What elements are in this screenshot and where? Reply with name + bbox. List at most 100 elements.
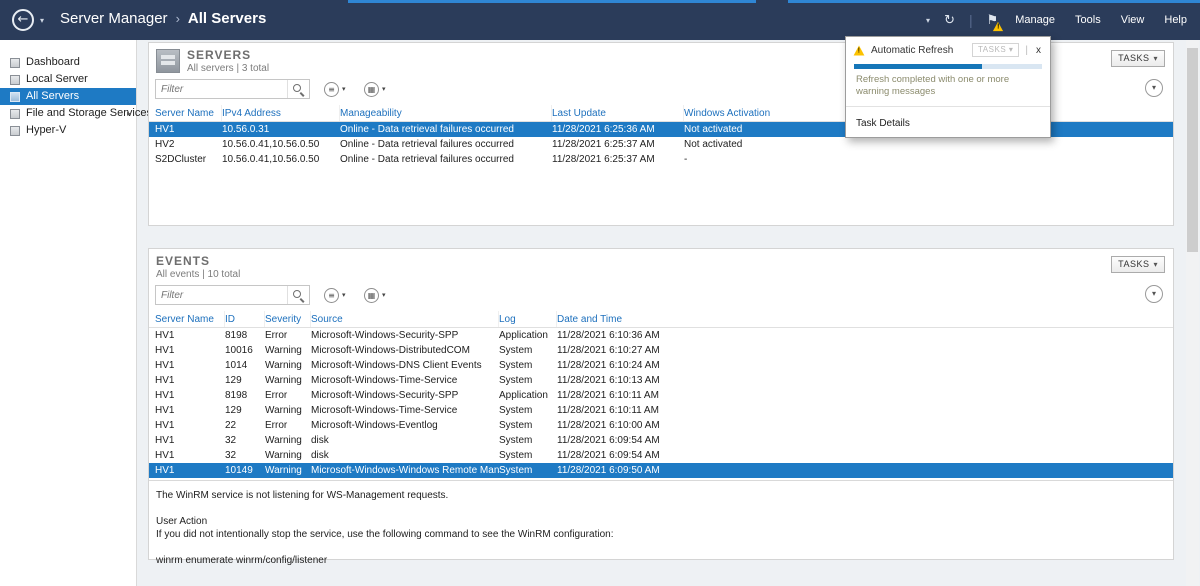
- chevron-down-icon: ▾: [382, 85, 386, 93]
- table-cell-last_update: 11/28/2021 6:25:36 AM: [552, 122, 684, 137]
- menu-help[interactable]: Help: [1161, 12, 1190, 28]
- close-icon[interactable]: x: [1034, 45, 1043, 56]
- magnifier-glyph: [293, 84, 301, 92]
- servers-collapse-button[interactable]: ▾: [1145, 79, 1163, 97]
- table-cell-source: Microsoft-Windows-Eventlog: [311, 418, 499, 433]
- table-cell-source: Microsoft-Windows-DNS Client Events: [311, 358, 499, 373]
- sidebar-item-all-servers[interactable]: All Servers: [0, 88, 136, 105]
- event-detail-instruction: If you did not intentionally stop the se…: [156, 528, 1166, 541]
- local-server-icon: [10, 75, 20, 85]
- grouping-options-button[interactable]: ▦ ▾: [361, 285, 389, 305]
- events-toolbar: ≡ ▾ ▦ ▾ ▾: [149, 283, 1173, 309]
- warning-badge-icon: [993, 21, 1003, 30]
- table-row[interactable]: HV122ErrorMicrosoft-Windows-EventlogSyst…: [149, 418, 1173, 433]
- table-cell-datetime: 11/28/2021 6:10:00 AM: [557, 418, 1173, 433]
- table-row[interactable]: HV132WarningdiskSystem11/28/2021 6:09:54…: [149, 448, 1173, 463]
- topbar-actions: ▾ ↻ | ⚑ Manage Tools View Help: [926, 0, 1190, 40]
- table-cell-severity: Warning: [265, 433, 311, 448]
- column-header-severity[interactable]: Severity: [265, 311, 311, 327]
- vertical-scrollbar[interactable]: [1186, 40, 1199, 586]
- servers-tasks-button[interactable]: TASKS▾: [1111, 50, 1165, 67]
- column-header-server-name[interactable]: Server Name: [155, 105, 222, 121]
- sidebar-item-local-server[interactable]: Local Server: [0, 71, 136, 88]
- scrollbar-thumb[interactable]: [1187, 48, 1198, 252]
- table-cell-log: System: [499, 463, 557, 478]
- table-cell-server_name: HV1: [155, 433, 225, 448]
- event-detail-command: winrm enumerate winrm/config/listener: [156, 554, 1166, 567]
- table-cell-datetime: 11/28/2021 6:10:13 AM: [557, 373, 1173, 388]
- servers-panel-title: SERVERS: [187, 48, 251, 62]
- back-button[interactable]: ←: [12, 9, 34, 31]
- notifications-chevron-icon[interactable]: ▾: [926, 16, 930, 25]
- sidebar-item-dashboard[interactable]: Dashboard: [0, 54, 136, 71]
- notification-flag-icon[interactable]: ⚑: [987, 13, 999, 28]
- events-collapse-button[interactable]: ▾: [1145, 285, 1163, 303]
- search-icon[interactable]: [287, 80, 309, 98]
- table-cell-ipv4: 10.56.0.41,10.56.0.50: [222, 152, 340, 167]
- breadcrumb-current: All Servers: [188, 10, 266, 27]
- events-panel-title: EVENTS: [156, 254, 210, 268]
- table-row[interactable]: S2DCluster10.56.0.41,10.56.0.50Online - …: [149, 152, 1173, 167]
- table-cell-server_name: HV1: [155, 122, 222, 137]
- table-cell-server_name: HV1: [155, 328, 225, 343]
- search-icon[interactable]: [287, 286, 309, 304]
- table-cell-id: 10149: [225, 463, 265, 478]
- column-header-id[interactable]: ID: [225, 311, 265, 327]
- table-cell-server_name: HV1: [155, 373, 225, 388]
- chevron-down-icon: ▾: [1153, 260, 1158, 269]
- breadcrumb-root[interactable]: Server Manager: [60, 10, 168, 27]
- topbar-divider: |: [969, 12, 973, 28]
- table-row[interactable]: HV110016WarningMicrosoft-Windows-Distrib…: [149, 343, 1173, 358]
- table-cell-id: 1014: [225, 358, 265, 373]
- table-cell-last_update: 11/28/2021 6:25:37 AM: [552, 152, 684, 167]
- tasks-label: TASKS: [1118, 259, 1149, 269]
- column-header-last-update[interactable]: Last Update: [552, 105, 684, 121]
- table-cell-manageability: Online - Data retrieval failures occurre…: [340, 122, 552, 137]
- column-header-ipv4[interactable]: IPv4 Address: [222, 105, 340, 121]
- saved-filters-button[interactable]: ≡ ▾: [321, 79, 349, 99]
- events-tasks-button[interactable]: TASKS ▾: [1111, 256, 1165, 273]
- saved-filters-button[interactable]: ≡ ▾: [321, 285, 349, 305]
- menu-tools[interactable]: Tools: [1072, 12, 1104, 28]
- table-cell-datetime: 11/28/2021 6:10:27 AM: [557, 343, 1173, 358]
- table-row[interactable]: HV110149WarningMicrosoft-Windows-Windows…: [149, 463, 1173, 478]
- sidebar-item-file-storage-services[interactable]: File and Storage Services ▸: [0, 105, 136, 122]
- table-cell-id: 10016: [225, 343, 265, 358]
- sidebar-item-hyper-v[interactable]: Hyper-V: [0, 122, 136, 139]
- table-cell-server_name: HV1: [155, 343, 225, 358]
- list-icon: ≡: [324, 82, 339, 97]
- expand-chevron-icon[interactable]: ▸: [127, 105, 131, 122]
- table-row[interactable]: HV132WarningdiskSystem11/28/2021 6:09:54…: [149, 433, 1173, 448]
- table-row[interactable]: HV18198ErrorMicrosoft-Windows-Security-S…: [149, 388, 1173, 403]
- table-cell-server_name: HV1: [155, 403, 225, 418]
- table-row[interactable]: HV18198ErrorMicrosoft-Windows-Security-S…: [149, 328, 1173, 343]
- nav-history-chevron-icon[interactable]: ▾: [40, 16, 44, 25]
- table-row[interactable]: HV1129WarningMicrosoft-Windows-Time-Serv…: [149, 403, 1173, 418]
- table-cell-source: Microsoft-Windows-Time-Service: [311, 373, 499, 388]
- table-cell-severity: Warning: [265, 358, 311, 373]
- table-row[interactable]: HV11014WarningMicrosoft-Windows-DNS Clie…: [149, 358, 1173, 373]
- table-cell-server_name: S2DCluster: [155, 152, 222, 167]
- servers-filter-input[interactable]: [156, 80, 287, 98]
- notification-footer: Task Details: [846, 106, 1050, 137]
- table-row[interactable]: HV210.56.0.41,10.56.0.50Online - Data re…: [149, 137, 1173, 152]
- column-header-date-time[interactable]: Date and Time: [557, 311, 1173, 327]
- column-header-log[interactable]: Log: [499, 311, 557, 327]
- table-row[interactable]: HV1129WarningMicrosoft-Windows-Time-Serv…: [149, 373, 1173, 388]
- menu-manage[interactable]: Manage: [1012, 12, 1058, 28]
- column-header-manageability[interactable]: Manageability: [340, 105, 552, 121]
- grid-icon: ▦: [364, 288, 379, 303]
- refresh-progress-bar: [854, 64, 1042, 69]
- notification-tasks-button[interactable]: TASKS ▾: [972, 43, 1019, 57]
- grouping-options-button[interactable]: ▦ ▾: [361, 79, 389, 99]
- table-cell-id: 22: [225, 418, 265, 433]
- column-header-server-name[interactable]: Server Name: [155, 311, 225, 327]
- events-filter-input[interactable]: [156, 286, 287, 304]
- notification-popup: Automatic Refresh TASKS ▾ | x Refresh co…: [845, 36, 1051, 138]
- refresh-icon[interactable]: ↻: [944, 13, 955, 28]
- table-cell-severity: Warning: [265, 448, 311, 463]
- column-header-source[interactable]: Source: [311, 311, 499, 327]
- task-details-link[interactable]: Task Details: [856, 118, 910, 129]
- table-cell-datetime: 11/28/2021 6:10:11 AM: [557, 403, 1173, 418]
- menu-view[interactable]: View: [1118, 12, 1148, 28]
